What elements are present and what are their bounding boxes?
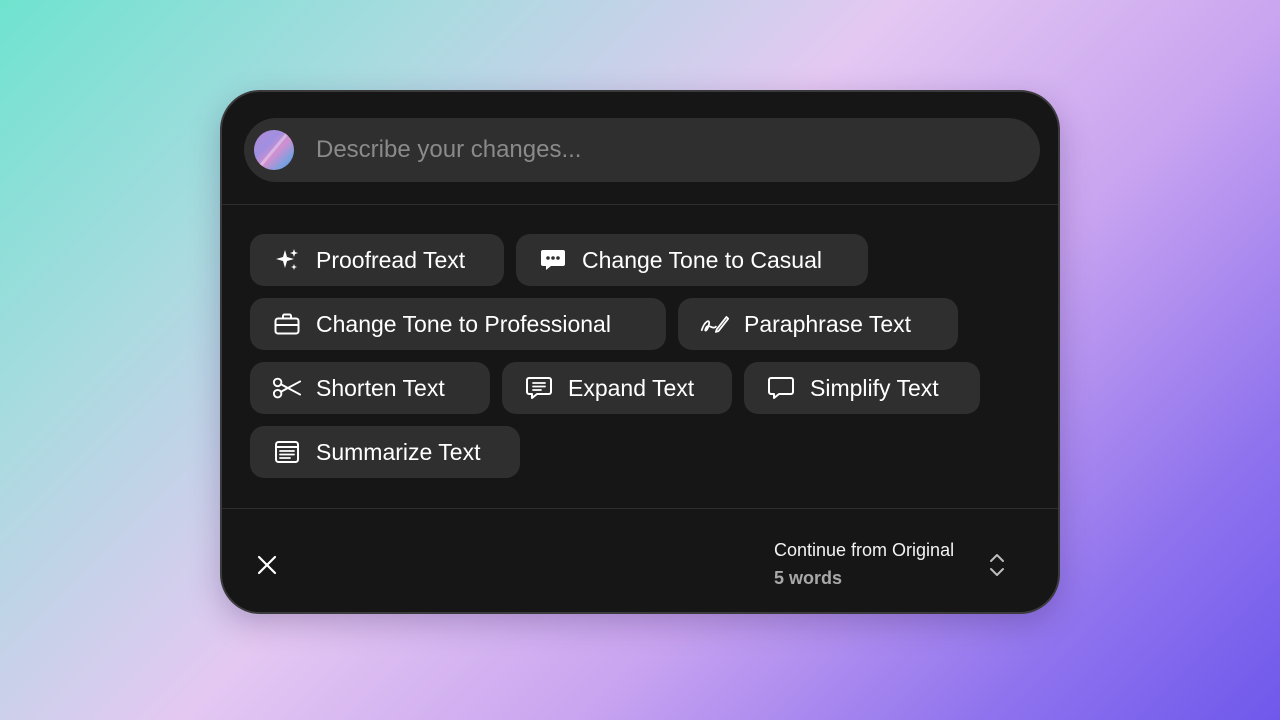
- document-lines-icon: [272, 437, 302, 467]
- continue-from-original-selector[interactable]: Continue from Original 5 words: [774, 538, 1014, 590]
- text-bubble-icon: [524, 373, 554, 403]
- close-button[interactable]: [252, 550, 282, 580]
- speech-bubble-icon: [766, 373, 796, 403]
- close-icon: [257, 555, 277, 575]
- proofread-text-button[interactable]: Proofread Text: [250, 234, 504, 286]
- prompt-bar[interactable]: [244, 118, 1040, 182]
- signature-pen-icon: [700, 309, 730, 339]
- writing-tools-panel: Proofread Text Change Tone to Casual Cha…: [220, 90, 1060, 614]
- paraphrase-text-button[interactable]: Paraphrase Text: [678, 298, 958, 350]
- divider: [222, 204, 1058, 205]
- chip-label: Paraphrase Text: [744, 310, 912, 337]
- expand-text-button[interactable]: Expand Text: [502, 362, 732, 414]
- sparkles-icon: [272, 245, 302, 275]
- change-tone-casual-button[interactable]: Change Tone to Casual: [516, 234, 868, 286]
- divider: [222, 508, 1058, 509]
- chip-label: Expand Text: [568, 374, 695, 401]
- writing-tools-orb-icon: [254, 130, 294, 170]
- change-tone-professional-button[interactable]: Change Tone to Professional: [250, 298, 666, 350]
- shorten-text-button[interactable]: Shorten Text: [250, 362, 490, 414]
- chat-bubble-icon: [538, 245, 568, 275]
- scissors-icon: [272, 373, 302, 403]
- briefcase-icon: [272, 309, 302, 339]
- chevron-up-down-icon: [990, 554, 1004, 576]
- continue-from-original-label: Continue from Original: [774, 540, 955, 560]
- word-count: 5 words: [774, 568, 843, 588]
- describe-changes-input[interactable]: [314, 135, 1016, 165]
- simplify-text-button[interactable]: Simplify Text: [744, 362, 980, 414]
- chip-label: Simplify Text: [810, 374, 939, 401]
- chip-label: Summarize Text: [316, 438, 481, 465]
- chip-label: Shorten Text: [316, 374, 445, 401]
- chip-label: Change Tone to Casual: [582, 246, 822, 273]
- summarize-text-button[interactable]: Summarize Text: [250, 426, 520, 478]
- continue-stepper[interactable]: [986, 550, 1008, 580]
- chip-label: Proofread Text: [316, 246, 466, 273]
- chip-label: Change Tone to Professional: [316, 310, 611, 337]
